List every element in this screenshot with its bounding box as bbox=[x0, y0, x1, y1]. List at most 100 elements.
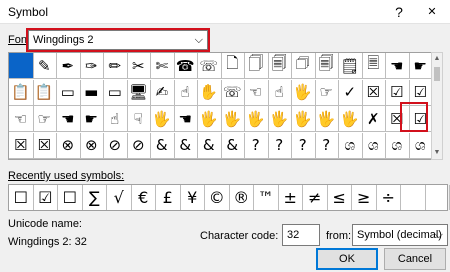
symbol-cell[interactable]: ☜ bbox=[9, 106, 34, 132]
symbol-cell[interactable]: 🗇 bbox=[291, 53, 316, 79]
symbol-cell[interactable]: ☝ bbox=[103, 106, 128, 132]
symbol-cell[interactable]: 🗏 bbox=[361, 53, 386, 79]
symbol-cell[interactable]: ☛ bbox=[79, 106, 104, 132]
symbol-cell[interactable]: ▭ bbox=[103, 79, 128, 106]
symbol-cell[interactable]: 🗐 bbox=[314, 53, 339, 79]
symbol-cell[interactable]: ▬ bbox=[79, 79, 104, 106]
symbol-cell[interactable]: ? bbox=[267, 132, 292, 159]
symbol-cell[interactable]: ▭ bbox=[56, 79, 81, 106]
symbol-cell[interactable]: ✍ bbox=[150, 79, 175, 106]
symbol-cell[interactable]: ⊗ bbox=[56, 132, 81, 159]
symbol-cell[interactable]: ☒ bbox=[9, 132, 34, 159]
symbol-cell[interactable]: ✋ bbox=[197, 79, 222, 106]
symbol-cell[interactable]: ☟ bbox=[126, 106, 151, 132]
recent-symbol-cell[interactable]: ≥ bbox=[352, 185, 377, 210]
recent-symbol-cell[interactable]: £ bbox=[156, 185, 181, 210]
recent-symbol-cell[interactable]: ± bbox=[279, 185, 303, 210]
symbol-cell[interactable]: ? bbox=[244, 132, 269, 159]
symbol-cell[interactable]: ☒ bbox=[361, 79, 386, 106]
symbol-cell[interactable]: 🗐 bbox=[267, 53, 292, 79]
symbol-cell[interactable]: ⊗ bbox=[79, 132, 104, 159]
symbol-cell[interactable]: ☏ bbox=[220, 79, 245, 106]
title-bar: Symbol ? ✕ bbox=[0, 0, 450, 24]
symbol-cell[interactable]: 🖐 bbox=[150, 106, 175, 132]
symbol-grid[interactable]: ✎ ✒ ✑ ✏ ✂ ✄ ☎ ☏ 🗋 🗍 🗐 🗇 🗐 🗒 🗏 ☚ ☛ 📋 📋 ▭ ▬ ▭ 🖥 ✍ ☝ ✋ ☏ ☜ ☝ 🖐 ☞ ✓ ☒ ☑ ☑ ☜ ☞ ☚ ☛ ☝… bbox=[8, 52, 433, 160]
recent-symbol-cell[interactable]: € bbox=[132, 185, 156, 210]
recent-symbol-cell[interactable]: © bbox=[205, 185, 230, 210]
symbol-cell[interactable]: ☒ bbox=[32, 132, 57, 159]
symbol-cell[interactable]: 🗍 bbox=[244, 53, 269, 79]
symbol-cell[interactable]: ☝ bbox=[267, 79, 292, 106]
symbol-cell[interactable]: ? bbox=[314, 132, 339, 159]
symbol-cell[interactable]: ☏ bbox=[197, 53, 222, 79]
symbol-cell[interactable]: & bbox=[173, 132, 198, 159]
symbol-cell[interactable]: & bbox=[150, 132, 175, 159]
symbol-cell[interactable]: ශ bbox=[338, 132, 363, 159]
recent-symbol-cell[interactable]: ≠ bbox=[303, 185, 328, 210]
symbol-cell[interactable]: ☚ bbox=[385, 53, 410, 79]
symbol-cell[interactable]: ✎ bbox=[32, 53, 57, 79]
recent-symbol-cell[interactable]: √ bbox=[107, 185, 132, 210]
symbol-cell[interactable]: ☚ bbox=[56, 106, 81, 132]
symbol-cell[interactable]: ✗ bbox=[361, 106, 386, 132]
char-code-input[interactable]: 32 bbox=[282, 224, 320, 246]
symbol-cell[interactable]: ☛ bbox=[408, 53, 433, 79]
recent-symbol-cell[interactable]: ® bbox=[230, 185, 254, 210]
symbol-cell[interactable]: 🖐 bbox=[291, 106, 316, 132]
grid-scrollbar[interactable]: ▲ ▼ bbox=[431, 52, 443, 160]
recent-symbol-cell[interactable]: ☐ bbox=[58, 185, 83, 210]
symbol-cell[interactable]: ☝ bbox=[173, 79, 198, 106]
symbol-cell[interactable]: ✂ bbox=[126, 53, 151, 79]
symbol-cell[interactable]: ✏ bbox=[103, 53, 128, 79]
close-button[interactable]: ✕ bbox=[414, 0, 450, 24]
symbol-cell[interactable]: 🖐 bbox=[244, 106, 269, 132]
recent-symbol-cell[interactable]: ∑ bbox=[83, 185, 107, 210]
cancel-button[interactable]: Cancel bbox=[384, 248, 446, 270]
scroll-thumb[interactable] bbox=[434, 67, 440, 81]
symbol-cell[interactable]: ✄ bbox=[150, 53, 175, 79]
symbol-cell[interactable]: 🖐 bbox=[314, 106, 339, 132]
ok-button[interactable]: OK bbox=[316, 248, 378, 270]
recent-symbols[interactable]: ☐ ☑ ☐ ∑ √ € £ ¥ © ® ™ ± ≠ ≤ ≥ ÷ bbox=[8, 184, 450, 211]
recent-symbol-cell[interactable]: ≤ bbox=[328, 185, 352, 210]
recent-symbol-cell[interactable]: ÷ bbox=[377, 185, 401, 210]
recent-symbol-cell[interactable]: ™ bbox=[254, 185, 279, 210]
symbol-cell[interactable]: ☞ bbox=[32, 106, 57, 132]
symbol-cell[interactable]: & bbox=[197, 132, 222, 159]
help-button[interactable]: ? bbox=[388, 0, 410, 24]
symbol-cell[interactable]: ☜ bbox=[244, 79, 269, 106]
window-title: Symbol bbox=[8, 5, 49, 19]
symbol-cell[interactable]: 📋 bbox=[9, 79, 34, 106]
symbol-cell[interactable] bbox=[9, 53, 34, 79]
symbol-cell[interactable]: 📋 bbox=[32, 79, 57, 106]
symbol-cell[interactable]: ☎ bbox=[173, 53, 198, 79]
recent-symbol-cell[interactable]: ☑ bbox=[34, 185, 58, 210]
symbol-cell[interactable]: ☞ bbox=[314, 79, 339, 106]
symbol-cell[interactable]: ☚ bbox=[173, 106, 198, 132]
scroll-down-arrow-icon[interactable]: ▼ bbox=[432, 147, 442, 159]
symbol-cell[interactable]: 🖐 bbox=[291, 79, 316, 106]
symbol-cell[interactable]: 🗋 bbox=[220, 53, 245, 79]
symbol-cell[interactable]: ශ bbox=[385, 132, 410, 159]
recent-symbol-cell[interactable]: ☐ bbox=[9, 185, 34, 210]
symbol-cell[interactable]: ✑ bbox=[79, 53, 104, 79]
symbol-cell[interactable]: ශ bbox=[408, 132, 433, 159]
symbol-cell[interactable]: & bbox=[220, 132, 245, 159]
symbol-cell[interactable]: ? bbox=[291, 132, 316, 159]
symbol-cell[interactable]: ✒ bbox=[56, 53, 81, 79]
symbol-cell[interactable]: ⊘ bbox=[103, 132, 128, 159]
symbol-cell[interactable]: ශ bbox=[361, 132, 386, 159]
symbol-cell[interactable]: 🖐 bbox=[267, 106, 292, 132]
symbol-cell[interactable]: 🖐 bbox=[197, 106, 222, 132]
recent-symbol-cell[interactable] bbox=[401, 185, 426, 210]
symbol-cell[interactable]: 🖐 bbox=[220, 106, 245, 132]
recent-symbol-cell[interactable]: ¥ bbox=[181, 185, 205, 210]
symbol-cell[interactable]: 🗒 bbox=[338, 53, 363, 79]
from-select[interactable]: Symbol (decimal) ⌵ bbox=[352, 224, 448, 246]
recent-symbol-cell[interactable] bbox=[426, 185, 450, 210]
symbol-cell[interactable]: ⊘ bbox=[126, 132, 151, 159]
symbol-cell[interactable]: 🖐 bbox=[338, 106, 363, 132]
symbol-cell[interactable]: 🖥 bbox=[126, 79, 151, 106]
scroll-up-arrow-icon[interactable]: ▲ bbox=[432, 53, 442, 65]
symbol-cell[interactable]: ✓ bbox=[338, 79, 363, 106]
